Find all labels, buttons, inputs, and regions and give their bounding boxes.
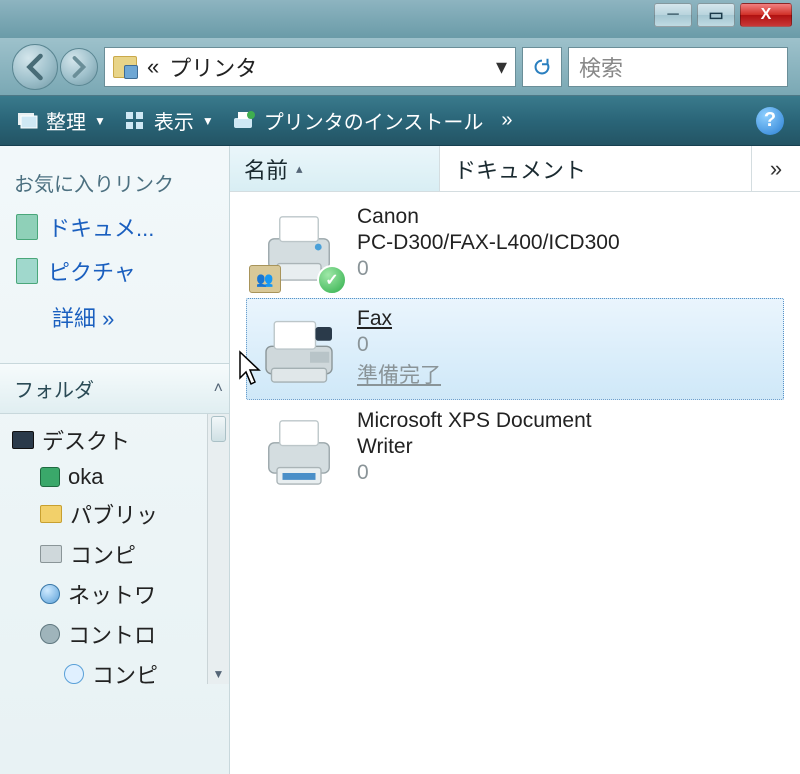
printer-model: PC-D300/FAX-L400/ICD300 (357, 231, 620, 255)
favorite-documents[interactable]: ドキュメ... (0, 205, 229, 249)
favorite-label: ドキュメ... (48, 211, 154, 243)
column-name-label: 名前 (244, 153, 288, 185)
folders-header[interactable]: フォルダ ˄ (0, 363, 229, 414)
tree-scrollbar[interactable]: ▲ ▼ (207, 414, 229, 684)
printer-item-canon[interactable]: 👥 ✓ Canon PC-D300/FAX-L400/ICD300 0 (246, 196, 784, 298)
folder-icon (40, 505, 62, 523)
refresh-button[interactable] (522, 47, 562, 87)
printer-info: Canon PC-D300/FAX-L400/ICD300 0 (357, 203, 620, 281)
close-button[interactable]: X (740, 3, 792, 27)
chevron-down-icon: ▼ (94, 114, 106, 128)
control-panel-icon (40, 624, 60, 644)
pictures-icon (16, 258, 38, 284)
toolbar-overflow[interactable]: » (501, 109, 512, 132)
tree-desktop[interactable]: デスクト (8, 420, 229, 460)
favorites-more[interactable]: 詳細 » (0, 293, 229, 341)
view-icon (124, 110, 146, 132)
body: お気に入りリンク ドキュメ... ピクチャ 詳細 » フォルダ ˄ デスクト o… (0, 146, 800, 774)
scroll-down-icon[interactable]: ▼ (208, 664, 229, 684)
column-document[interactable]: ドキュメント (440, 146, 752, 191)
tree-control-panel[interactable]: コントロ (8, 614, 229, 654)
printer-queue-count: 0 (357, 257, 620, 281)
minimize-button[interactable]: ─ (654, 3, 692, 27)
column-document-label: ドキュメント (454, 153, 586, 185)
printer-list: 👥 ✓ Canon PC-D300/FAX-L400/ICD300 0 (230, 192, 800, 774)
clock-icon (64, 664, 84, 684)
tree-label: oka (68, 464, 103, 490)
address-bar: « プリンタ ▾ 検索 (0, 38, 800, 96)
default-check-icon: ✓ (317, 265, 347, 295)
column-name[interactable]: 名前 ▴ (230, 146, 440, 191)
search-input[interactable]: 検索 (568, 47, 788, 87)
tree-label: コンピ (92, 658, 158, 684)
scrollbar-thumb[interactable] (211, 416, 226, 442)
chevron-down-icon: ▼ (202, 114, 214, 128)
shared-badge-icon: 👥 (249, 265, 281, 293)
printer-name: Fax (357, 307, 441, 331)
search-placeholder: 検索 (579, 51, 623, 83)
install-printer-button[interactable]: プリンタのインストール (232, 106, 484, 135)
view-label: 表示 (154, 106, 194, 135)
navigation-pane: お気に入りリンク ドキュメ... ピクチャ 詳細 » フォルダ ˄ デスクト o… (0, 146, 230, 774)
printer-name: Canon (357, 205, 620, 229)
breadcrumb-dropdown-icon[interactable]: ▾ (496, 54, 507, 80)
breadcrumb-location: プリンタ (169, 51, 257, 83)
view-menu[interactable]: 表示 ▼ (124, 106, 214, 135)
printer-queue-count: 0 (357, 333, 441, 357)
favorite-pictures[interactable]: ピクチャ (0, 249, 229, 293)
printer-icon (255, 407, 343, 495)
forward-button[interactable] (60, 48, 98, 86)
breadcrumb[interactable]: « プリンタ ▾ (104, 47, 516, 87)
fax-icon (255, 305, 343, 393)
printer-name-line2: Writer (357, 435, 592, 459)
user-folder-icon (40, 467, 60, 487)
sort-asc-icon: ▴ (296, 161, 303, 177)
help-button[interactable]: ? (756, 107, 784, 135)
tree-sub-1[interactable]: コンピ (8, 654, 229, 684)
chevron-up-icon: ˄ (214, 380, 223, 398)
organize-icon (16, 110, 38, 132)
tree-computer[interactable]: コンピ (8, 534, 229, 574)
titlebar: ─ ▭ X (0, 0, 800, 38)
documents-icon (16, 214, 38, 240)
organize-menu[interactable]: 整理 ▼ (16, 106, 106, 135)
folder-tree: デスクト oka パブリッ コンピ ネットワ コントロ (0, 414, 229, 684)
content-pane: 名前 ▴ ドキュメント » 👥 ✓ (230, 146, 800, 774)
network-icon (40, 584, 60, 604)
tree-network[interactable]: ネットワ (8, 574, 229, 614)
organize-label: 整理 (46, 106, 86, 135)
tree-label: コンピ (70, 538, 136, 570)
desktop-icon (12, 431, 34, 449)
tree-label: コントロ (68, 618, 156, 650)
printer-queue-count: 0 (357, 461, 592, 485)
printer-status: 準備完了 (357, 359, 441, 389)
printer-name: Microsoft XPS Document (357, 409, 592, 433)
maximize-button[interactable]: ▭ (697, 3, 735, 27)
printer-add-icon (232, 110, 256, 132)
tree-label: ネットワ (68, 578, 156, 610)
printer-item-fax[interactable]: Fax 0 準備完了 (246, 298, 784, 400)
tree-label: パブリッ (70, 498, 158, 530)
columns-overflow[interactable]: » (752, 156, 800, 182)
printer-info: Fax 0 準備完了 (357, 305, 441, 389)
tree-user-oka[interactable]: oka (8, 460, 229, 494)
favorites-header: お気に入りリンク (0, 146, 229, 205)
column-headers: 名前 ▴ ドキュメント » (230, 146, 800, 192)
back-button[interactable] (12, 44, 58, 90)
printer-info: Microsoft XPS Document Writer 0 (357, 407, 592, 485)
tree-public[interactable]: パブリッ (8, 494, 229, 534)
breadcrumb-prefix: « (147, 54, 159, 80)
install-printer-label: プリンタのインストール (264, 106, 484, 135)
favorite-label: ピクチャ (48, 255, 136, 287)
printer-icon: 👥 ✓ (255, 203, 343, 291)
printer-item-xps[interactable]: Microsoft XPS Document Writer 0 (246, 400, 784, 502)
folders-label: フォルダ (14, 374, 94, 403)
command-bar: 整理 ▼ 表示 ▼ プリンタのインストール » ? (0, 96, 800, 146)
folder-icon (113, 56, 137, 78)
tree-label: デスクト (42, 424, 130, 456)
computer-icon (40, 545, 62, 563)
